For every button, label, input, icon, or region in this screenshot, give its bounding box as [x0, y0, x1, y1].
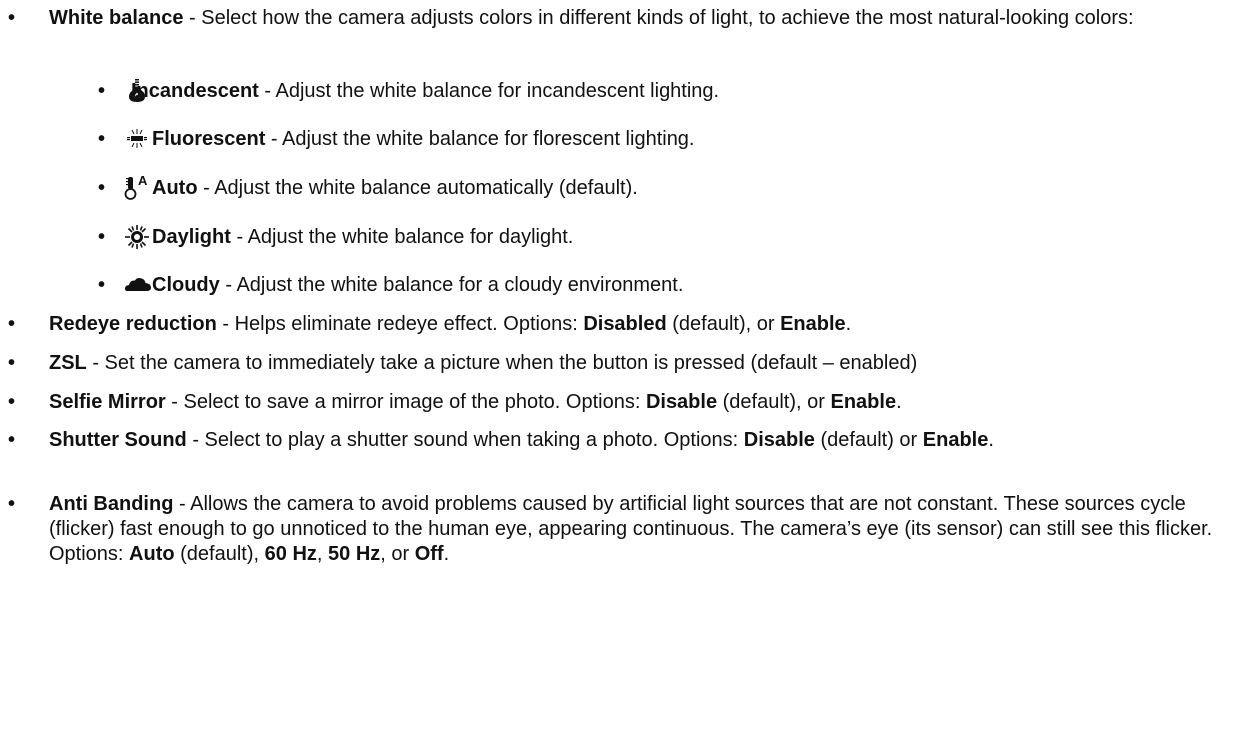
item-term: Fluorescent — [152, 128, 266, 150]
item-description: - Helps eliminate redeye effect. Options… — [216, 313, 584, 335]
item-description: , or — [380, 543, 415, 565]
item-text: Daylight - Adjust the white balance for … — [152, 225, 1232, 250]
item-text: Fluorescent - Adjust the white balance f… — [152, 127, 1232, 152]
option-value: Auto — [129, 543, 175, 565]
bullet: • — [8, 391, 16, 413]
item-description: - Select how the camera adjusts colors i… — [183, 7, 1134, 29]
item-text: Redeye reduction - Helps eliminate redey… — [49, 312, 1219, 337]
option-value: 60 Hz — [264, 543, 317, 565]
auto-white-balance-icon: A — [124, 175, 154, 201]
item-description: - Adjust the white balance automatically… — [197, 177, 638, 199]
bullet: • — [98, 274, 106, 296]
option-value: Enable — [780, 313, 846, 335]
option-value: Enable — [830, 391, 897, 413]
item-description: (default), or — [717, 391, 831, 413]
item-text: Shutter Sound - Select to play a shutter… — [49, 428, 1174, 453]
option-value: 50 Hz — [328, 543, 381, 565]
item-description: . — [443, 543, 450, 565]
item-description: - Select to play a shutter sound when ta… — [186, 429, 744, 451]
bullet: • — [8, 352, 16, 374]
document-page: • White balance - Select how the camera … — [0, 0, 1237, 736]
option-value: Enable — [922, 429, 989, 451]
option-value: Disable — [645, 391, 718, 413]
item-term: Shutter Sound — [49, 429, 187, 451]
bullet: • — [98, 226, 106, 248]
bullet: • — [98, 177, 106, 199]
item-description: - Select to save a mirror image of the p… — [165, 391, 646, 413]
cloudy-cloud-icon — [124, 272, 152, 298]
item-term: Selfie Mirror — [49, 391, 166, 413]
bullet: • — [98, 80, 106, 102]
bullet: • — [8, 429, 16, 451]
item-description: . — [988, 429, 994, 451]
item-description: - Set the camera to immediately take a p… — [86, 352, 918, 374]
item-description: - Adjust the white balance for daylight. — [230, 226, 574, 248]
item-term: Cloudy — [152, 274, 220, 296]
item-term: Redeye reduction — [49, 313, 217, 335]
option-value: Disabled — [583, 313, 667, 335]
bullet: • — [8, 313, 16, 335]
item-term: Daylight — [152, 226, 231, 248]
item-description: - Adjust the white balance for incandesc… — [258, 80, 720, 102]
item-description: - Adjust the white balance for a cloudy … — [219, 274, 684, 296]
item-description: - Adjust the white balance for florescen… — [265, 128, 695, 150]
item-description: (default), — [174, 543, 265, 565]
bullet: • — [8, 493, 16, 515]
option-value: Disable — [743, 429, 815, 451]
daylight-sun-icon — [124, 224, 150, 250]
item-term: ZSL — [49, 352, 87, 374]
item-description: (default) or — [814, 429, 923, 451]
item-term: White balance — [49, 7, 184, 29]
item-description: , — [316, 543, 329, 565]
bullet: • — [8, 7, 16, 29]
item-text: Auto - Adjust the white balance automati… — [152, 176, 1232, 201]
item-text: Selfie Mirror - Select to save a mirror … — [49, 390, 1219, 415]
item-description: . — [845, 313, 852, 335]
item-text: Cloudy - Adjust the white balance for a … — [152, 273, 1232, 298]
item-description: (default), or — [666, 313, 781, 335]
item-term: Auto — [152, 177, 198, 199]
item-text: Anti Banding - Allows the camera to avoi… — [49, 492, 1219, 567]
option-value: Off — [414, 543, 444, 565]
item-description: . — [896, 391, 902, 413]
item-text: ZSL - Set the camera to immediately take… — [49, 351, 1219, 376]
item-term: Anti Banding — [49, 493, 174, 515]
auto-icon-letter: A — [138, 175, 148, 188]
fluorescent-tube-icon — [124, 126, 150, 152]
item-text: White balance - Select how the camera ad… — [49, 6, 1219, 31]
item-term: Incandescent — [131, 80, 259, 102]
item-text: Incandescent - Adjust the white balance … — [131, 79, 1211, 104]
bullet: • — [98, 128, 106, 150]
